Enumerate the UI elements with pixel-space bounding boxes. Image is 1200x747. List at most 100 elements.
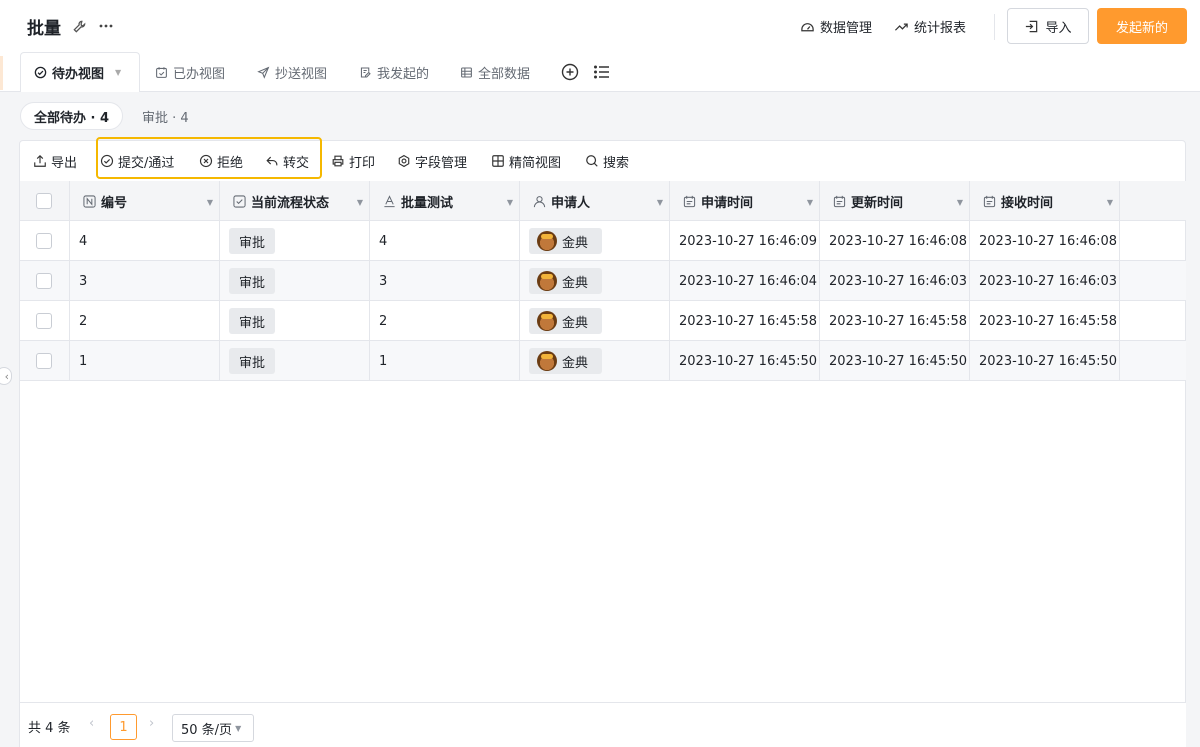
grid-table-icon xyxy=(461,67,472,77)
cell-extra xyxy=(1120,261,1186,301)
table-header-row: 编号 ▼ 当前流程状态 ▼ 批量测试 ▼ 申请人 ▼ 申请时间 ▼ 更新时间 ▼… xyxy=(20,181,1186,221)
page-title: 批量 xyxy=(27,19,61,39)
tab-done-label: 已办视图 xyxy=(173,66,226,82)
compact-view-button[interactable]: 精简视图 xyxy=(491,151,561,171)
search-button[interactable]: 搜索 xyxy=(585,151,629,171)
cell-batch-test: 2 xyxy=(370,301,520,341)
import-icon xyxy=(1026,20,1038,32)
next-page-icon[interactable]: › xyxy=(149,716,154,731)
row-checkbox[interactable] xyxy=(36,313,52,329)
prev-page-icon[interactable]: ‹ xyxy=(89,716,94,731)
status-badge: 审批 xyxy=(229,348,276,374)
column-header-receive-time[interactable]: 接收时间 ▼ xyxy=(970,181,1120,221)
chevron-down-icon[interactable]: ▼ xyxy=(207,198,213,207)
status-badge: 审批 xyxy=(229,268,276,294)
cell-update-time: 2023-10-27 16:45:50 xyxy=(820,341,970,381)
field-manage-label: 字段管理 xyxy=(415,155,468,171)
cell-applicant: 金典 xyxy=(520,221,670,261)
tab-all-data[interactable]: 全部数据 xyxy=(460,52,530,92)
field-manage-button[interactable]: 字段管理 xyxy=(397,151,467,171)
main-content: 全部待办 · 4 审批 · 4 导出 提交/通过 拒绝 转交 打印 字段管理 精… xyxy=(14,92,1200,747)
cell-receive-time: 2023-10-27 16:45:58 xyxy=(970,301,1120,341)
cell-apply-time: 2023-10-27 16:46:09 xyxy=(670,221,820,261)
status-badge: 审批 xyxy=(229,308,276,334)
cell-extra xyxy=(1120,341,1186,381)
table-row[interactable]: 1 审批 1 金典 2023-10-27 16:45:50 2023-10-27… xyxy=(20,341,1186,381)
tab-all-data-label: 全部数据 xyxy=(478,66,531,82)
tab-todo-view[interactable]: 待办视图 ▼ xyxy=(20,52,140,93)
column-header-update-time[interactable]: 更新时间 ▼ xyxy=(820,181,970,221)
reject-label: 拒绝 xyxy=(217,155,244,171)
divider xyxy=(994,14,995,40)
select-all-checkbox[interactable] xyxy=(36,193,52,209)
more-icon[interactable] xyxy=(97,17,115,35)
chevron-down-icon[interactable]: ▼ xyxy=(807,198,813,207)
column-header-id[interactable]: 编号 ▼ xyxy=(70,181,220,221)
submit-approve-button[interactable]: 提交/通过 xyxy=(100,151,174,171)
wrench-icon[interactable] xyxy=(70,17,88,35)
check-circle-icon xyxy=(100,154,114,168)
import-button[interactable]: 导入 xyxy=(1007,8,1089,44)
chevron-down-icon[interactable]: ▼ xyxy=(657,198,663,207)
column-header-applicant[interactable]: 申请人 ▼ xyxy=(520,181,670,221)
chevron-down-icon[interactable]: ▼ xyxy=(357,198,363,207)
tab-my-started[interactable]: 我发起的 xyxy=(359,52,429,92)
cell-status: 审批 xyxy=(220,301,370,341)
avatar xyxy=(537,311,557,331)
chevron-down-icon[interactable]: ▼ xyxy=(115,68,121,77)
app-header: 批量 数据管理 统计报表 导入 发起新的 xyxy=(0,0,1200,52)
cell-id: 2 xyxy=(70,301,220,341)
tab-done-view[interactable]: 已办视图 xyxy=(155,52,225,92)
cell-update-time: 2023-10-27 16:45:58 xyxy=(820,301,970,341)
column-header-batch-test[interactable]: 批量测试 ▼ xyxy=(370,181,520,221)
cell-update-time: 2023-10-27 16:46:03 xyxy=(820,261,970,301)
tab-cc-view[interactable]: 抄送视图 xyxy=(257,52,327,92)
grid-icon xyxy=(492,155,504,167)
filter-all-todo[interactable]: 全部待办 · 4 xyxy=(20,102,124,130)
status-badge: 审批 xyxy=(229,228,276,254)
cell-apply-time: 2023-10-27 16:45:50 xyxy=(670,341,820,381)
transfer-button[interactable]: 转交 xyxy=(265,151,309,171)
table-row[interactable]: 2 审批 2 金典 2023-10-27 16:45:58 2023-10-27… xyxy=(20,301,1186,341)
search-icon xyxy=(586,155,598,167)
cell-applicant: 金典 xyxy=(520,301,670,341)
page-number-button[interactable]: 1 xyxy=(110,714,137,740)
cell-batch-test: 1 xyxy=(370,341,520,381)
row-checkbox[interactable] xyxy=(36,353,52,369)
cell-applicant: 金典 xyxy=(520,261,670,301)
chevron-down-icon: ▼ xyxy=(235,723,242,733)
print-button[interactable]: 打印 xyxy=(331,151,375,171)
cell-receive-time: 2023-10-27 16:46:08 xyxy=(970,221,1120,261)
cell-batch-test: 3 xyxy=(370,261,520,301)
column-header-apply-time[interactable]: 申请时间 ▼ xyxy=(670,181,820,221)
trend-up-icon xyxy=(894,23,908,31)
column-label-status: 当前流程状态 xyxy=(251,195,330,211)
print-label: 打印 xyxy=(349,155,376,171)
chevron-down-icon[interactable]: ▼ xyxy=(957,198,963,207)
column-label-batch-test: 批量测试 xyxy=(401,195,454,211)
add-view-icon[interactable] xyxy=(560,62,580,82)
list-menu-icon[interactable] xyxy=(592,62,612,82)
chevron-down-icon[interactable]: ▼ xyxy=(507,198,513,207)
chevron-down-icon[interactable]: ▼ xyxy=(1107,198,1113,207)
stats-report-link[interactable]: 统计报表 xyxy=(894,16,966,36)
table-row[interactable]: 3 审批 3 金典 2023-10-27 16:46:04 2023-10-27… xyxy=(20,261,1186,301)
page-size-select[interactable]: 50 条/页 ▼ xyxy=(172,714,254,742)
avatar xyxy=(537,231,557,251)
stats-report-label: 统计报表 xyxy=(914,20,967,36)
export-button[interactable]: 导出 xyxy=(33,151,77,171)
data-manage-link[interactable]: 数据管理 xyxy=(800,16,872,36)
row-checkbox[interactable] xyxy=(36,233,52,249)
reject-button[interactable]: 拒绝 xyxy=(199,151,243,171)
cell-id: 1 xyxy=(70,341,220,381)
create-new-button[interactable]: 发起新的 xyxy=(1097,8,1187,44)
table-row[interactable]: 4 审批 4 金典 2023-10-27 16:46:09 2023-10-27… xyxy=(20,221,1186,261)
user-tag: 金典 xyxy=(529,228,603,254)
cell-status: 审批 xyxy=(220,261,370,301)
filter-approval[interactable]: 审批 · 4 xyxy=(129,102,202,130)
page-size-label: 50 条/页 xyxy=(181,722,233,738)
upload-icon xyxy=(34,154,46,167)
row-checkbox[interactable] xyxy=(36,273,52,289)
cell-extra xyxy=(1120,221,1186,261)
column-header-status[interactable]: 当前流程状态 ▼ xyxy=(220,181,370,221)
